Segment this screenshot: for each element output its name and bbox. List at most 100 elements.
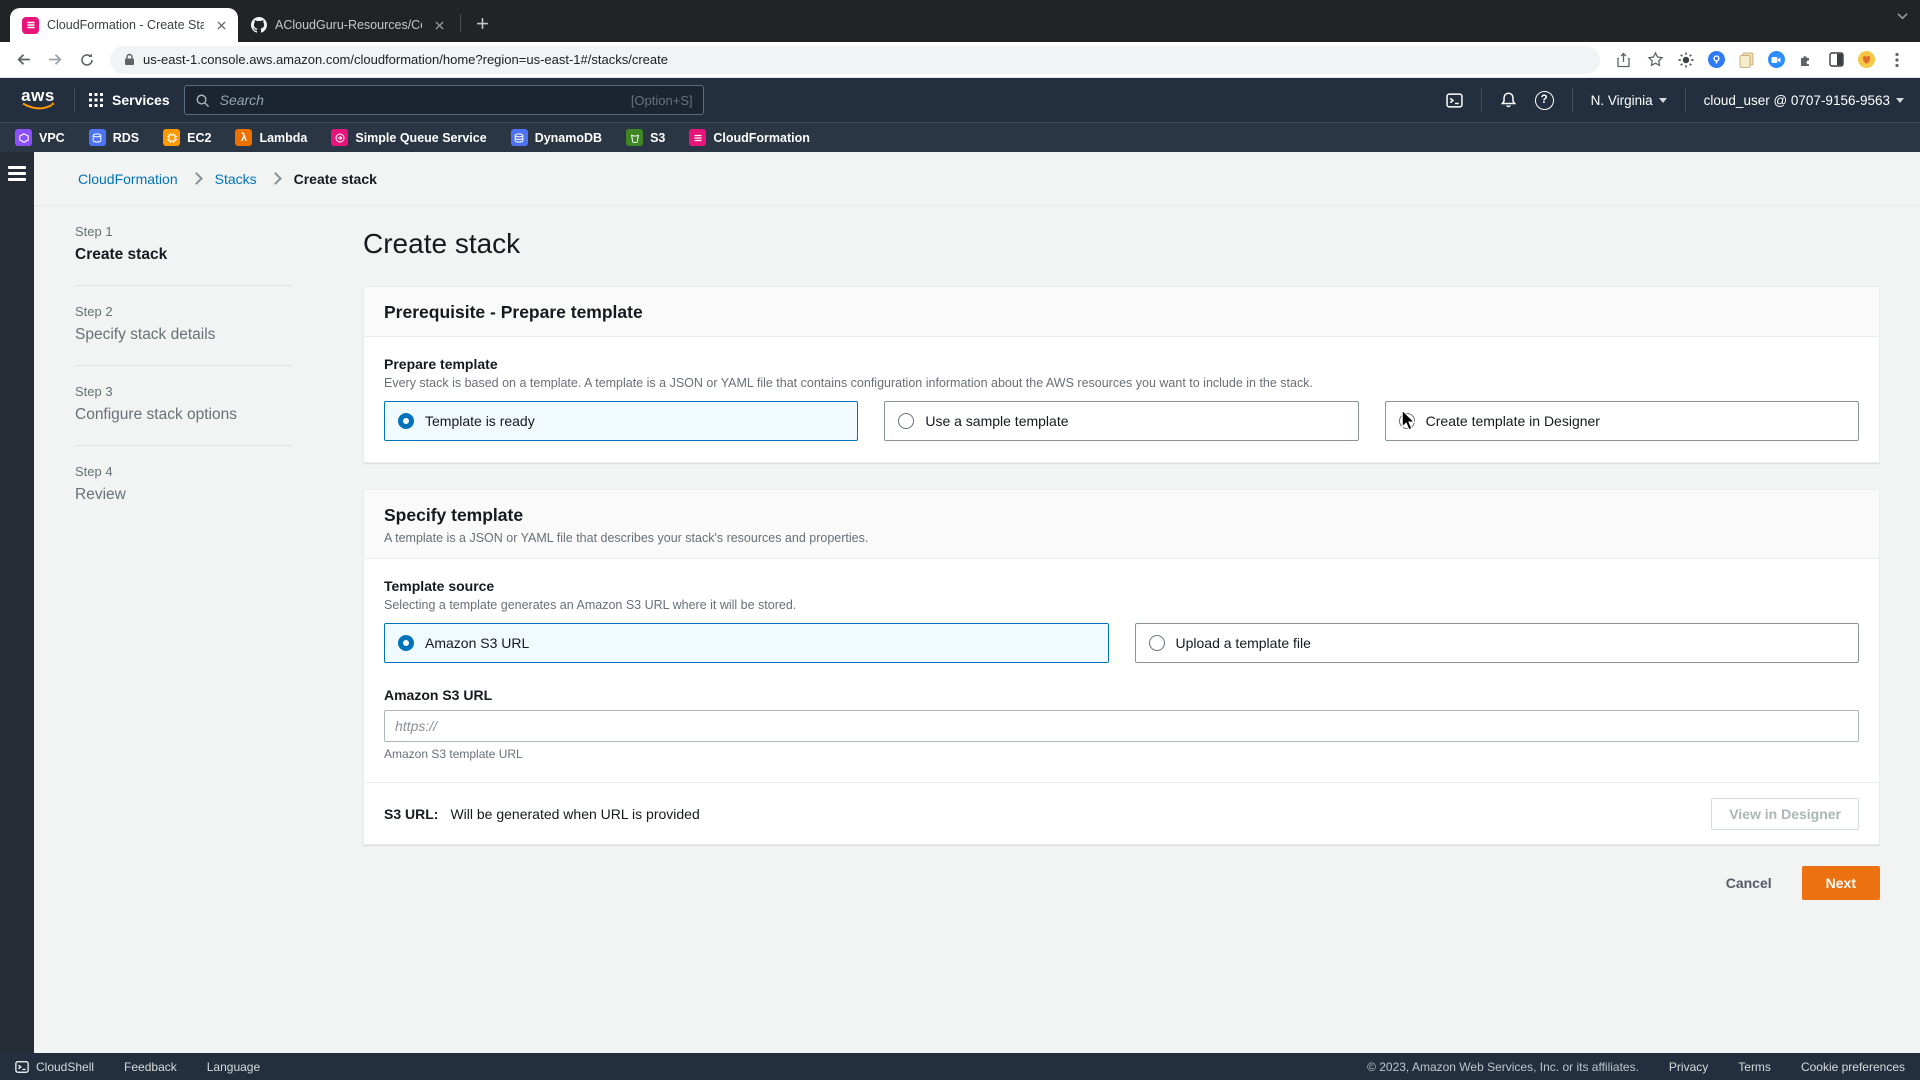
breadcrumb-stacks[interactable]: Stacks — [215, 171, 257, 187]
s3-url-result-label: S3 URL: — [384, 806, 438, 822]
help-icon[interactable]: ? — [1535, 91, 1554, 110]
divider — [75, 445, 291, 446]
notifications-bell-icon[interactable] — [1500, 91, 1517, 109]
console-search[interactable]: [Option+S] — [184, 85, 704, 115]
grid-icon — [89, 93, 103, 107]
s3-url-input[interactable] — [384, 710, 1859, 742]
window-chevron-icon[interactable] — [1897, 12, 1908, 20]
region-label: N. Virginia — [1591, 93, 1653, 108]
services-label: Services — [112, 92, 170, 108]
step-2-specify-stack-details: Step 2 Specify stack details — [75, 304, 291, 346]
prepare-template-label: Prepare template — [384, 356, 1859, 372]
favorite-cloudformation[interactable]: CloudFormation — [689, 129, 810, 146]
browser-toolbar: us-east-1.console.aws.amazon.com/cloudfo… — [0, 42, 1920, 78]
new-tab-button[interactable] — [469, 10, 495, 36]
split-view-extension-icon[interactable] — [1824, 48, 1848, 72]
prerequisite-panel: Prerequisite - Prepare template Prepare … — [363, 286, 1880, 463]
breadcrumb: CloudFormation Stacks Create stack — [34, 152, 1920, 206]
cancel-button[interactable]: Cancel — [1726, 867, 1772, 899]
template-source-label: Template source — [384, 578, 1859, 594]
next-button[interactable]: Next — [1802, 866, 1880, 900]
specify-template-panel: Specify template A template is a JSON or… — [363, 489, 1880, 845]
console-footer: CloudShell Feedback Language © 2023, Ama… — [0, 1053, 1920, 1080]
step-1-create-stack: Step 1 Create stack — [75, 224, 291, 266]
view-in-designer-button[interactable]: View in Designer — [1711, 798, 1859, 830]
password-manager-extension-icon[interactable] — [1704, 48, 1728, 72]
wizard-steps: Step 1 Create stack Step 2 Specify stack… — [75, 224, 291, 506]
radio-selected-icon[interactable] — [398, 635, 414, 651]
cloudformation-favicon-icon — [22, 17, 39, 34]
footer-language[interactable]: Language — [207, 1060, 260, 1074]
bookmark-star-icon[interactable] — [1642, 47, 1668, 73]
url-text: us-east-1.console.aws.amazon.com/cloudfo… — [143, 52, 668, 67]
footer-privacy[interactable]: Privacy — [1669, 1060, 1708, 1074]
cloudshell-terminal-icon — [15, 1060, 29, 1074]
account-menu[interactable]: cloud_user @ 0707-9156-9563 — [1704, 93, 1904, 108]
tab-close-icon[interactable] — [430, 16, 448, 34]
option-create-template-in-designer[interactable]: Create template in Designer — [1385, 401, 1859, 441]
tab-close-icon[interactable] — [212, 16, 230, 34]
radio-selected-icon[interactable] — [398, 413, 414, 429]
chevron-down-icon — [1896, 98, 1904, 103]
favorite-ec2[interactable]: EC2 — [163, 129, 211, 146]
reload-icon[interactable] — [74, 47, 100, 73]
s3-service-icon — [626, 129, 643, 146]
footer-cloudshell[interactable]: CloudShell — [15, 1060, 94, 1074]
breadcrumb-cloudformation[interactable]: CloudFormation — [78, 171, 178, 187]
share-icon[interactable] — [1610, 47, 1636, 73]
wizard-actions: Cancel Next — [363, 866, 1880, 900]
divider — [75, 365, 291, 366]
footer-feedback[interactable]: Feedback — [124, 1060, 177, 1074]
notes-extension-icon[interactable] — [1734, 48, 1758, 72]
search-shortcut: [Option+S] — [631, 93, 693, 108]
collapsed-sidebar — [0, 152, 34, 1053]
search-input[interactable] — [218, 91, 623, 109]
s3-url-hint: Amazon S3 template URL — [384, 747, 1859, 761]
rds-service-icon — [89, 129, 106, 146]
aws-logo[interactable]: aws — [16, 89, 60, 111]
option-use-sample-template[interactable]: Use a sample template — [884, 401, 1358, 441]
settings-sun-extension-icon[interactable] — [1674, 48, 1698, 72]
footer-terms[interactable]: Terms — [1738, 1060, 1771, 1074]
tab-cloudformation[interactable]: CloudFormation - Create Stack — [10, 8, 238, 42]
account-label: cloud_user @ 0707-9156-9563 — [1704, 93, 1890, 108]
option-template-is-ready[interactable]: Template is ready — [384, 401, 858, 441]
footer-cookie-preferences[interactable]: Cookie preferences — [1801, 1060, 1905, 1074]
breadcrumb-current: Create stack — [294, 171, 377, 187]
lambda-service-icon: λ — [235, 129, 252, 146]
aws-logo-text: aws — [21, 89, 55, 102]
s3-url-result-value: Will be generated when URL is provided — [450, 806, 699, 822]
menu-hamburger-icon[interactable] — [8, 166, 26, 184]
cloudshell-terminal-icon[interactable] — [1446, 92, 1463, 109]
back-icon[interactable] — [10, 47, 36, 73]
tab-title: ACloudGuru-Resources/Course — [275, 18, 422, 32]
option-upload-template-file[interactable]: Upload a template file — [1135, 623, 1860, 663]
option-amazon-s3-url[interactable]: Amazon S3 URL — [384, 623, 1109, 663]
services-menu[interactable]: Services — [89, 92, 170, 108]
zoom-camera-extension-icon[interactable] — [1764, 48, 1788, 72]
favorite-rds[interactable]: RDS — [89, 129, 139, 146]
browser-menu-icon[interactable] — [1884, 47, 1910, 73]
lock-icon — [124, 53, 135, 66]
favorite-vpc[interactable]: VPC — [15, 129, 65, 146]
tab-separator — [460, 14, 461, 32]
favorite-lambda[interactable]: λ Lambda — [235, 129, 307, 146]
forward-icon[interactable] — [42, 47, 68, 73]
radio-icon[interactable] — [898, 413, 914, 429]
address-bar[interactable]: us-east-1.console.aws.amazon.com/cloudfo… — [110, 46, 1600, 74]
nav-divider — [1572, 88, 1573, 112]
profile-fox-avatar[interactable] — [1854, 48, 1878, 72]
aws-top-nav: aws Services [Option+S] ? N. Virginia — [0, 78, 1920, 122]
favorite-s3[interactable]: S3 — [626, 129, 665, 146]
favorite-sqs[interactable]: Simple Queue Service — [331, 129, 486, 146]
extensions-puzzle-icon[interactable] — [1794, 48, 1818, 72]
sqs-service-icon — [331, 129, 348, 146]
region-selector[interactable]: N. Virginia — [1591, 93, 1667, 108]
radio-icon[interactable] — [1399, 413, 1415, 429]
nav-divider — [1481, 88, 1482, 112]
favorite-dynamodb[interactable]: DynamoDB — [511, 129, 602, 146]
radio-icon[interactable] — [1149, 635, 1165, 651]
tab-title: CloudFormation - Create Stack — [47, 18, 204, 32]
main-content: Create stack Prerequisite - Prepare temp… — [363, 206, 1880, 900]
tab-github[interactable]: ACloudGuru-Resources/Course — [238, 8, 456, 42]
